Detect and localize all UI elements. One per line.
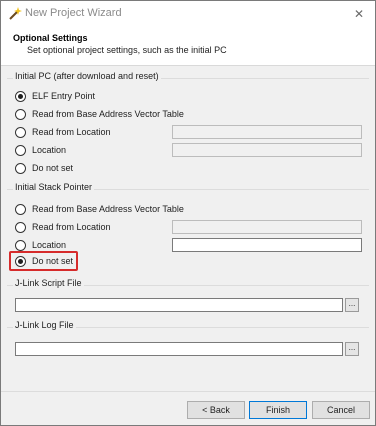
option-label: Location	[32, 145, 67, 155]
jlink-script-group: J-Link Script File ...	[7, 278, 369, 316]
radio-icon[interactable]	[15, 162, 26, 174]
group-label: Initial Stack Pointer	[13, 182, 95, 192]
pc-location-input[interactable]	[172, 143, 362, 157]
jlink-log-input[interactable]	[15, 342, 343, 356]
jlink-log-group: J-Link Log File ...	[7, 320, 369, 358]
option-label: ELF Entry Point	[32, 91, 96, 101]
wizard-header: Optional Settings Set optional project s…	[1, 27, 375, 66]
radio-icon[interactable]	[15, 144, 26, 156]
sp-option-read-location[interactable]: Read from Location	[15, 220, 111, 234]
radio-icon[interactable]	[15, 239, 26, 251]
pc-option-read-location[interactable]: Read from Location	[15, 125, 111, 139]
jlink-log-browse-button[interactable]: ...	[345, 342, 359, 356]
sp-option-do-not-set[interactable]: Do not set	[15, 254, 73, 268]
radio-icon[interactable]	[15, 203, 26, 215]
pc-option-elf-entry[interactable]: ELF Entry Point	[15, 89, 95, 103]
pc-option-do-not-set[interactable]: Do not set	[15, 161, 73, 175]
wand-icon	[7, 6, 23, 22]
jlink-script-row: ...	[15, 298, 359, 312]
footer-separator	[1, 391, 375, 392]
initial-pc-group: Initial PC (after download and reset) EL…	[7, 71, 369, 179]
radio-icon[interactable]	[15, 108, 26, 120]
group-label: J-Link Log File	[13, 320, 76, 330]
radio-icon[interactable]	[15, 90, 26, 102]
radio-icon[interactable]	[15, 255, 26, 267]
group-label: Initial PC (after download and reset)	[13, 71, 161, 81]
finish-button[interactable]: Finish	[249, 401, 307, 419]
title-bar: New Project Wizard ✕	[1, 1, 375, 27]
sp-option-vector-table[interactable]: Read from Base Address Vector Table	[15, 202, 184, 216]
back-button[interactable]: < Back	[187, 401, 245, 419]
option-label: Read from Base Address Vector Table	[32, 204, 184, 214]
wizard-window: New Project Wizard ✕ Optional Settings S…	[0, 0, 376, 426]
option-label: Read from Location	[32, 127, 111, 137]
close-button[interactable]: ✕	[349, 4, 369, 24]
radio-icon[interactable]	[15, 221, 26, 233]
page-subtitle: Set optional project settings, such as t…	[27, 45, 227, 55]
page-title: Optional Settings	[13, 33, 88, 43]
initial-sp-group: Initial Stack Pointer Read from Base Add…	[7, 182, 369, 276]
sp-location-input[interactable]	[172, 238, 362, 252]
pc-option-vector-table[interactable]: Read from Base Address Vector Table	[15, 107, 184, 121]
group-label: J-Link Script File	[13, 278, 84, 288]
pc-option-location[interactable]: Location	[15, 143, 66, 157]
option-label: Do not set	[32, 163, 74, 173]
jlink-log-row: ...	[15, 342, 359, 356]
jlink-script-input[interactable]	[15, 298, 343, 312]
sp-option-location[interactable]: Location	[15, 238, 66, 252]
option-label: Location	[32, 240, 67, 250]
option-label: Read from Location	[32, 222, 111, 232]
window-title: New Project Wizard	[25, 7, 122, 19]
cancel-button[interactable]: Cancel	[312, 401, 370, 419]
option-label: Read from Base Address Vector Table	[32, 109, 184, 119]
option-label: Do not set	[32, 256, 74, 266]
sp-read-location-input[interactable]	[172, 220, 362, 234]
jlink-script-browse-button[interactable]: ...	[345, 298, 359, 312]
pc-read-location-input[interactable]	[172, 125, 362, 139]
radio-icon[interactable]	[15, 126, 26, 138]
